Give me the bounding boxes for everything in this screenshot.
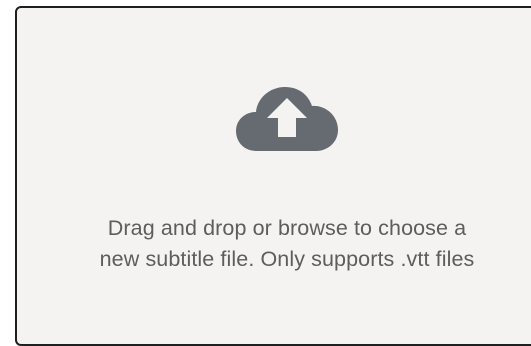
upload-instructions-line2: new subtitle file. Only supports .vtt fi… xyxy=(99,247,475,271)
upload-instructions-line1: Drag and drop or browse to choose a xyxy=(107,216,467,240)
subtitle-upload-dropzone[interactable]: Drag and drop or browse to choose a new … xyxy=(15,6,531,346)
cloud-upload-icon xyxy=(235,81,339,153)
upload-instructions: Drag and drop or browse to choose a new … xyxy=(27,213,531,275)
